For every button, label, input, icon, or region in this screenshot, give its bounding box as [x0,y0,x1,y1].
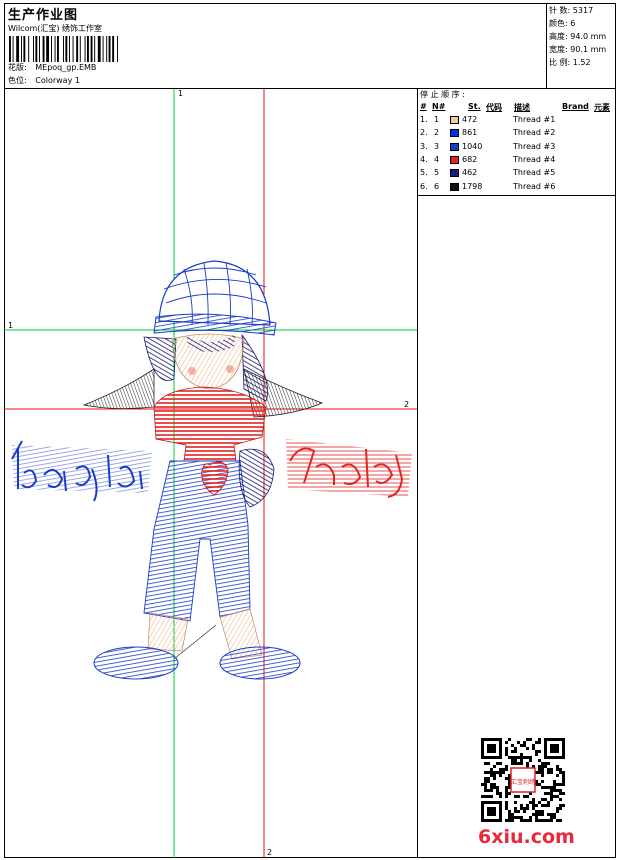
header-num: # [420,102,427,111]
color-swatch [450,116,459,124]
stat-height: 高度: 94.0 mm [549,32,607,41]
header: 生产作业图 Wilcom(汇宝) 绣饰工作室 花版: MEpoq_gp.EMB … [4,3,616,89]
barcode [9,36,118,62]
color-swatch [450,129,459,138]
pattern-value: MEpoq_gp.EMB [35,63,97,72]
header-brand: Brand [562,102,589,111]
stitch-count: 1798 [462,181,483,191]
company-name: Wilcom(汇宝) 绣饰工作室 [8,24,103,33]
pattern-line: 花版: MEpoq_gp.EMB [8,62,96,73]
stat-colors: 颜色: 6 [549,19,576,28]
color-swatch [450,182,459,191]
stop-sequence-panel: 停 止 顺 序 : # N# St. 代码 描述 Brand 元素 1. 1 472… [418,89,616,196]
thread-index: 4. [420,154,428,164]
design-canvas[interactable]: 1 1 2 2 [4,89,418,858]
thread-row: 4. 4 682 Thread #4 [418,155,616,168]
guide-v2-label: 2 [267,848,272,857]
thread-index: 2. [420,128,428,138]
panel-title: 停 止 顺 序 : [420,90,465,99]
thread-number: 4 [434,154,440,164]
thread-index: 6. [420,181,428,191]
guide-h2-label: 2 [404,400,409,409]
stat-width: 宽度: 90.1 mm [549,45,607,54]
header-info: 生产作业图 Wilcom(汇宝) 绣饰工作室 花版: MEpoq_gp.EMB … [4,3,547,88]
header-desc: 描述 [514,103,530,112]
thread-number: 6 [434,181,440,191]
stitch-count: 1040 [462,141,483,151]
svg-text:汇宝刺绣: 汇宝刺绣 [511,778,535,786]
stat-scale: 比 例: 1.52 [549,58,591,67]
color-swatch [450,142,459,151]
stitch-count: 462 [462,168,478,178]
thread-row: 6. 6 1798 Thread #6 [418,182,616,195]
page-title: 生产作业图 [8,8,79,23]
thread-index: 5. [420,168,428,178]
header-n: N# [432,102,446,111]
header-code: 代码 [486,103,502,112]
stitch-count: 861 [462,128,478,138]
thread-description: Thread #4 [513,154,556,164]
stitch-count: 472 [462,115,478,124]
thread-description: Thread #3 [513,141,556,151]
thread-index: 3. [420,141,428,151]
thread-row: 2. 2 861 Thread #2 [418,128,616,141]
thread-row: 3. 3 1040 Thread #3 [418,142,616,155]
guide-v1-label: 1 [178,89,183,98]
guide-h1-label: 1 [8,321,13,330]
embroidery-design [11,260,412,680]
thread-row: 1. 1 472 Thread #1 [418,115,616,128]
watermark-logo: 6xiu.com [478,826,575,848]
color-swatch [450,169,459,178]
header-element: 元素 [594,103,610,112]
stitch-count: 682 [462,154,478,164]
thread-number: 1 [434,115,440,124]
header-st: St. [468,102,481,111]
thread-number: 3 [434,141,440,151]
thread-description: Thread #2 [513,128,556,138]
colorway-label: 色位: [8,76,27,85]
colorway-line: 色位: Colorway 1 [8,75,80,86]
design-stats: 针 数: 5317 颜色: 6 高度: 94.0 mm 宽度: 90.1 mm … [546,3,616,88]
qr-code: 汇宝刺绣 [481,738,565,822]
color-swatch [450,155,459,164]
thread-description: Thread #6 [513,181,556,191]
thread-number: 5 [434,168,440,178]
thread-description: Thread #1 [513,115,556,124]
thread-row: 5. 5 462 Thread #5 [418,168,616,181]
stat-stitches: 针 数: 5317 [549,6,594,15]
pattern-label: 花版: [8,63,27,72]
thread-number: 2 [434,128,440,138]
thread-index: 1. [420,115,428,124]
thread-description: Thread #5 [513,168,556,178]
colorway-value: Colorway 1 [35,76,80,85]
embroidery-preview: 1 1 2 2 [4,89,417,858]
